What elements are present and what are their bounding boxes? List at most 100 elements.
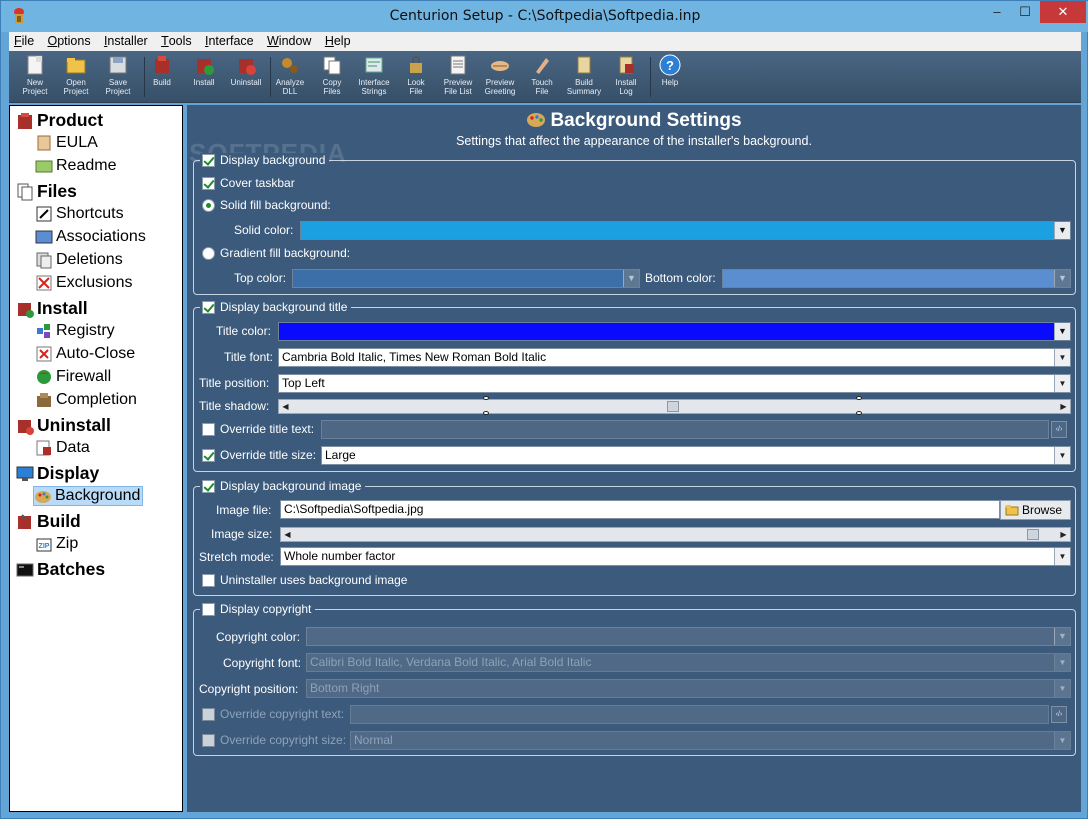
chevron-down-icon[interactable]: ▼ — [1054, 680, 1070, 697]
menu-installer[interactable]: Installer — [99, 32, 153, 48]
analyze-dll-button[interactable]: Analyze DLL — [269, 54, 311, 100]
top-color-picker[interactable]: ▼ — [292, 269, 640, 288]
lock-file-button[interactable]: Look File — [395, 54, 437, 100]
chevron-down-icon[interactable]: ▼ — [1054, 654, 1070, 671]
tree-item-readme[interactable]: Readme — [35, 157, 116, 175]
tree-item-build[interactable]: Build — [16, 511, 81, 532]
display-background-toggle[interactable]: Display background — [200, 153, 330, 167]
uninstaller-uses-image-checkbox[interactable] — [202, 573, 215, 587]
tree-item-uninstall[interactable]: Uninstall — [16, 415, 111, 436]
override-title-size-option[interactable]: Override title size: — [202, 448, 316, 462]
close-button[interactable]: ✕ — [1040, 1, 1086, 23]
override-title-text-option[interactable]: Override title text: — [202, 422, 314, 436]
copyright-color-picker[interactable]: ▼ — [306, 627, 1071, 646]
build-summary-button[interactable]: Build Summary — [563, 54, 605, 100]
scroll-right-icon[interactable]: ▶ — [1057, 528, 1070, 541]
uninstall-button[interactable]: Uninstall — [225, 54, 267, 100]
open-project-button[interactable]: Open Project — [55, 54, 97, 100]
tree-item-firewall[interactable]: Firewall — [35, 368, 111, 386]
title-font-select[interactable]: Cambria Bold Italic, Times New Roman Bol… — [278, 348, 1071, 367]
tree-item-install[interactable]: Install — [16, 298, 88, 319]
slider-thumb[interactable] — [667, 401, 679, 412]
interface-strings-button[interactable]: Interface Strings — [353, 54, 395, 100]
tree-item-data[interactable]: Data — [35, 439, 90, 457]
solid-fill-radio[interactable] — [202, 198, 215, 212]
menu-tools[interactable]: Tools — [156, 32, 197, 48]
menu-window[interactable]: Window — [262, 32, 316, 48]
tree-item-display[interactable]: Display — [16, 463, 99, 484]
tree-item-background[interactable]: Background — [33, 486, 144, 506]
save-project-button[interactable]: Save Project — [97, 54, 139, 100]
tree-item-associations[interactable]: Associations — [35, 228, 146, 246]
gradient-fill-radio[interactable] — [202, 246, 215, 260]
maximize-button[interactable]: ☐ — [1013, 1, 1037, 23]
stretch-mode-select[interactable]: Whole number factor ▼ — [280, 547, 1071, 566]
tree-item-zip[interactable]: ZIP Zip — [35, 535, 78, 553]
touch-file-button[interactable]: Touch File — [521, 54, 563, 100]
display-image-checkbox[interactable] — [202, 479, 215, 493]
copy-files-button[interactable]: Copy Files — [311, 54, 353, 100]
scroll-left-icon[interactable]: ◀ — [281, 528, 294, 541]
new-project-button[interactable]: New Project — [14, 54, 56, 100]
slider-thumb[interactable] — [1027, 529, 1039, 540]
text-editor-icon[interactable]: ‹/› — [1051, 421, 1067, 438]
solid-fill-option[interactable]: Solid fill background: — [202, 198, 331, 212]
override-copyright-text-option[interactable]: Override copyright text: — [202, 707, 344, 721]
copyright-position-select[interactable]: Bottom Right ▼ — [306, 679, 1071, 698]
chevron-down-icon[interactable]: ▼ — [1054, 447, 1070, 464]
menu-interface[interactable]: Interface — [200, 32, 259, 48]
tree-item-registry[interactable]: Registry — [35, 322, 115, 340]
override-copyright-text-input[interactable] — [350, 705, 1049, 724]
display-copyright-toggle[interactable]: Display copyright — [200, 602, 316, 616]
chevron-down-icon[interactable]: ▼ — [1054, 732, 1070, 749]
preview-file-list-button[interactable]: Preview File List — [437, 54, 479, 100]
tree-item-shortcuts[interactable]: Shortcuts — [35, 205, 124, 223]
browse-button[interactable]: Browse — [1000, 500, 1071, 520]
chevron-down-icon[interactable]: ▼ — [1054, 349, 1070, 366]
chevron-down-icon[interactable]: ▼ — [1054, 548, 1070, 565]
display-background-checkbox[interactable] — [202, 153, 215, 167]
tree-item-batches[interactable]: Batches — [16, 559, 105, 580]
display-copyright-checkbox[interactable] — [202, 602, 215, 616]
chevron-down-icon[interactable]: ▼ — [1054, 375, 1070, 392]
tree-item-auto-close[interactable]: Auto-Close — [35, 345, 135, 363]
color-dropdown-icon[interactable]: ▼ — [623, 270, 639, 287]
title-shadow-slider[interactable]: ◀ ▶ — [278, 399, 1071, 414]
cover-taskbar-option[interactable]: Cover taskbar — [202, 176, 295, 190]
tree-item-files[interactable]: Files — [16, 181, 77, 202]
color-dropdown-icon[interactable]: ▼ — [1054, 628, 1070, 645]
minimize-button[interactable]: – — [985, 1, 1009, 23]
title-position-select[interactable]: Top Left ▼ — [278, 374, 1071, 393]
bottom-color-picker[interactable]: ▼ — [722, 269, 1071, 288]
title-color-picker[interactable]: ▼ — [278, 322, 1071, 341]
gradient-fill-option[interactable]: Gradient fill background: — [202, 246, 350, 260]
text-editor-icon[interactable]: ‹/› — [1051, 706, 1067, 723]
display-title-toggle[interactable]: Display background title — [200, 300, 352, 314]
override-copyright-size-checkbox[interactable] — [202, 733, 215, 747]
override-copyright-size-option[interactable]: Override copyright size: — [202, 733, 346, 747]
color-dropdown-icon[interactable]: ▼ — [1054, 222, 1070, 239]
install-log-button[interactable]: Install Log — [605, 54, 647, 100]
menu-help[interactable]: Help — [320, 32, 356, 48]
tree-item-completion[interactable]: Completion — [35, 391, 137, 409]
color-dropdown-icon[interactable]: ▼ — [1054, 323, 1070, 340]
override-title-size-select[interactable]: Large ▼ — [321, 446, 1071, 465]
copyright-font-select[interactable]: Calibri Bold Italic, Verdana Bold Italic… — [306, 653, 1071, 672]
cover-taskbar-checkbox[interactable] — [202, 176, 215, 190]
override-title-text-input[interactable] — [321, 420, 1049, 439]
uninstaller-uses-image-option[interactable]: Uninstaller uses background image — [202, 573, 407, 587]
tree-item-product[interactable]: Product — [16, 110, 103, 131]
display-image-toggle[interactable]: Display background image — [200, 479, 366, 493]
image-size-slider[interactable]: ◀ ▶ — [280, 527, 1071, 542]
scroll-left-icon[interactable]: ◀ — [279, 400, 292, 413]
install-button[interactable]: Install — [183, 54, 225, 100]
display-title-checkbox[interactable] — [202, 300, 215, 314]
build-button[interactable]: Build — [141, 54, 183, 100]
solid-color-picker[interactable]: ▼ — [300, 221, 1071, 240]
color-dropdown-icon[interactable]: ▼ — [1054, 270, 1070, 287]
override-copyright-text-checkbox[interactable] — [202, 707, 215, 721]
override-title-size-checkbox[interactable] — [202, 448, 215, 462]
preview-greeting-button[interactable]: Preview Greeting — [479, 54, 521, 100]
tree-item-eula[interactable]: EULA — [35, 134, 98, 152]
scroll-right-icon[interactable]: ▶ — [1057, 400, 1070, 413]
